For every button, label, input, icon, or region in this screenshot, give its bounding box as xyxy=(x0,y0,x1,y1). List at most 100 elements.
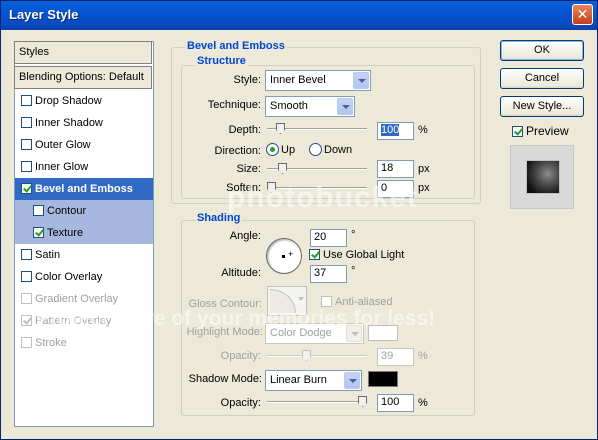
checkbox-icon[interactable] xyxy=(21,293,32,304)
style-item-label: Outer Glow xyxy=(35,139,91,151)
blending-options-header[interactable]: Blending Options: Default xyxy=(14,66,152,89)
preview-swatch xyxy=(526,160,560,194)
shadow-opacity-unit: % xyxy=(418,397,428,409)
highlight-opacity-slider[interactable] xyxy=(267,350,367,361)
chevron-down-icon xyxy=(353,72,369,89)
checkbox-icon[interactable] xyxy=(21,117,32,128)
crosshair-icon: + xyxy=(288,249,294,259)
technique-select[interactable]: Smooth xyxy=(265,96,355,117)
depth-slider[interactable] xyxy=(267,123,367,134)
checkbox-icon[interactable] xyxy=(21,315,32,326)
size-unit: px xyxy=(418,163,430,175)
chevron-down-icon xyxy=(337,98,353,115)
highlight-opacity-label: Opacity: xyxy=(220,350,261,362)
angle-dial[interactable]: + xyxy=(266,238,302,274)
window-title: Layer Style xyxy=(9,7,79,22)
preview-label: Preview xyxy=(526,124,569,138)
checkbox-icon[interactable] xyxy=(21,161,32,172)
checkbox-icon xyxy=(321,296,332,307)
style-item-inner-glow[interactable]: Inner Glow xyxy=(15,156,153,178)
checkbox-icon[interactable] xyxy=(21,271,32,282)
style-item-color-overlay[interactable]: Color Overlay xyxy=(15,266,153,288)
size-label: Size: xyxy=(236,163,261,175)
style-item-bevel-and-emboss[interactable]: Bevel and Emboss xyxy=(15,178,153,200)
shadow-opacity-label: Opacity: xyxy=(220,397,261,409)
ok-button[interactable]: OK xyxy=(500,40,584,61)
watermark-slogan: Protect more of your memories for less! xyxy=(36,307,436,330)
shadow-mode-label: Shadow Mode: xyxy=(188,373,262,385)
style-label: Style: xyxy=(233,74,261,86)
chevron-down-icon xyxy=(298,297,304,301)
altitude-value: 37 xyxy=(314,267,327,279)
technique-select-value: Smooth xyxy=(270,100,308,112)
title-bar[interactable]: Layer Style ✕ xyxy=(1,1,597,30)
shadow-mode-value: Linear Burn xyxy=(270,374,327,386)
style-item-label: Bevel and Emboss xyxy=(35,183,133,195)
depth-unit: % xyxy=(418,124,428,136)
direction-down-radio[interactable] xyxy=(309,143,322,156)
angle-value: 20 xyxy=(314,231,327,243)
style-item-label: Drop Shadow xyxy=(35,95,102,107)
checkbox-icon xyxy=(512,126,523,137)
style-item-label: Texture xyxy=(47,227,84,239)
highlight-opacity-input[interactable]: 39 xyxy=(377,348,414,366)
layer-style-dialog: Layer Style ✕ Styles Blending Options: D… xyxy=(0,0,598,440)
style-item-satin[interactable]: Satin xyxy=(15,244,153,266)
checkbox-icon[interactable] xyxy=(21,139,32,150)
size-input[interactable]: 18 xyxy=(377,160,414,178)
shadow-opacity-slider[interactable] xyxy=(267,396,367,407)
depth-input[interactable]: 100 xyxy=(377,122,414,140)
size-value: 18 xyxy=(381,162,394,174)
checkbox-icon[interactable] xyxy=(21,337,32,348)
style-item-label: Color Overlay xyxy=(35,271,103,283)
direction-up-label[interactable]: Up xyxy=(281,144,295,156)
preview-checkbox[interactable]: Preview xyxy=(512,124,569,138)
size-slider[interactable] xyxy=(267,163,367,174)
close-icon: ✕ xyxy=(576,6,589,22)
angle-dial-center xyxy=(282,255,285,258)
direction-down-label[interactable]: Down xyxy=(324,144,352,156)
checkbox-icon[interactable] xyxy=(33,227,44,238)
checkbox-icon[interactable] xyxy=(21,183,32,194)
shadow-color-swatch[interactable] xyxy=(368,371,398,387)
angle-label: Angle: xyxy=(229,230,261,242)
style-select[interactable]: Inner Bevel xyxy=(265,70,371,91)
style-item-label: Stroke xyxy=(35,337,67,349)
angle-unit: ° xyxy=(351,229,356,241)
style-item-contour[interactable]: Contour xyxy=(15,200,153,222)
style-item-inner-shadow[interactable]: Inner Shadow xyxy=(15,112,153,134)
style-item-outer-glow[interactable]: Outer Glow xyxy=(15,134,153,156)
highlight-opacity-value: 39 xyxy=(381,350,394,362)
chevron-down-icon xyxy=(344,372,360,389)
global-light-label: Use Global Light xyxy=(323,249,405,261)
checkbox-icon xyxy=(309,249,320,260)
style-item-stroke[interactable]: Stroke xyxy=(15,332,153,354)
global-light-checkbox[interactable]: Use Global Light xyxy=(309,249,404,261)
checkbox-icon[interactable] xyxy=(21,249,32,260)
depth-value: 100 xyxy=(381,124,400,136)
new-style-button[interactable]: New Style... xyxy=(500,96,584,117)
shadow-opacity-input[interactable]: 100 xyxy=(377,394,414,412)
checkbox-icon[interactable] xyxy=(21,95,32,106)
style-item-label: Contour xyxy=(47,205,87,217)
cancel-button[interactable]: Cancel xyxy=(500,68,584,89)
style-item-label: Gradient Overlay xyxy=(35,293,119,305)
style-item-texture[interactable]: Texture xyxy=(15,222,153,244)
style-preview-thumbnail xyxy=(510,145,574,209)
style-item-drop-shadow[interactable]: Drop Shadow xyxy=(15,90,153,112)
altitude-input[interactable]: 37 xyxy=(310,265,347,283)
checkbox-icon[interactable] xyxy=(33,205,44,216)
angle-input[interactable]: 20 xyxy=(310,229,347,247)
highlight-opacity-unit: % xyxy=(418,350,428,362)
direction-up-radio[interactable] xyxy=(266,143,279,156)
altitude-label: Altitude: xyxy=(221,267,261,279)
styles-header[interactable]: Styles xyxy=(14,41,152,64)
shadow-opacity-value: 100 xyxy=(381,396,400,408)
technique-label: Technique: xyxy=(207,99,261,111)
style-item-label: Satin xyxy=(35,249,61,261)
bevel-emboss-title: Bevel and Emboss xyxy=(185,40,287,52)
styles-list: Styles Blending Options: Default Drop Sh… xyxy=(14,41,154,427)
close-button[interactable]: ✕ xyxy=(572,4,593,25)
shadow-mode-select[interactable]: Linear Burn xyxy=(265,370,362,391)
depth-label: Depth: xyxy=(228,124,261,136)
